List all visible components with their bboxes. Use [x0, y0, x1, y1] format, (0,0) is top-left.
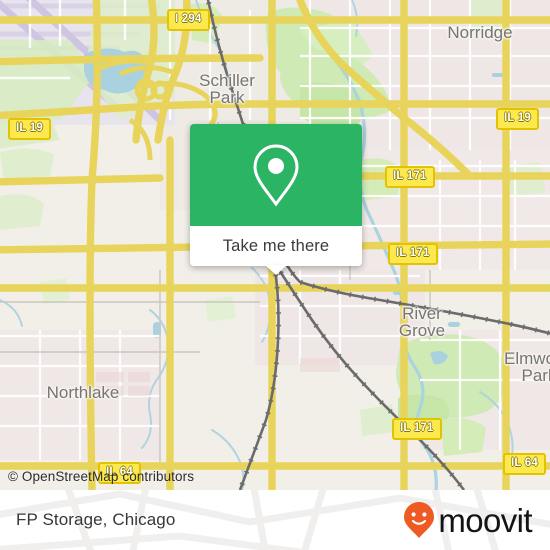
popup-card-banner [190, 124, 362, 226]
shield-i-294: I 294 [167, 9, 210, 31]
shield-il-171-south: IL 171 [392, 418, 442, 440]
shield-il-19-east: IL 19 [496, 108, 539, 130]
moovit-map-screen: Norridge Schiller Park River Grove Elmwo… [0, 0, 550, 550]
footer-bar: FP Storage, Chicago moovit [0, 490, 550, 550]
moovit-brand[interactable]: moovit [403, 501, 533, 539]
location-popup-card[interactable]: Take me there [190, 124, 362, 275]
shield-il-19-west: IL 19 [8, 118, 51, 140]
moovit-smiley-pin-icon [403, 501, 435, 539]
shield-il-64-east: IL 64 [503, 453, 546, 475]
take-me-there-button[interactable]: Take me there [190, 226, 362, 275]
popup-card-tail [265, 265, 287, 275]
map-canvas[interactable]: Norridge Schiller Park River Grove Elmwo… [0, 0, 550, 490]
map-pin-icon [249, 142, 303, 208]
shield-il-171-north: IL 171 [385, 166, 435, 188]
place-title: FP Storage, Chicago [16, 510, 176, 529]
shield-il-171-mid: IL 171 [388, 243, 438, 265]
osm-attribution[interactable]: © OpenStreetMap contributors [8, 469, 194, 484]
take-me-there-label: Take me there [222, 236, 330, 255]
moovit-wordmark: moovit [438, 501, 532, 539]
